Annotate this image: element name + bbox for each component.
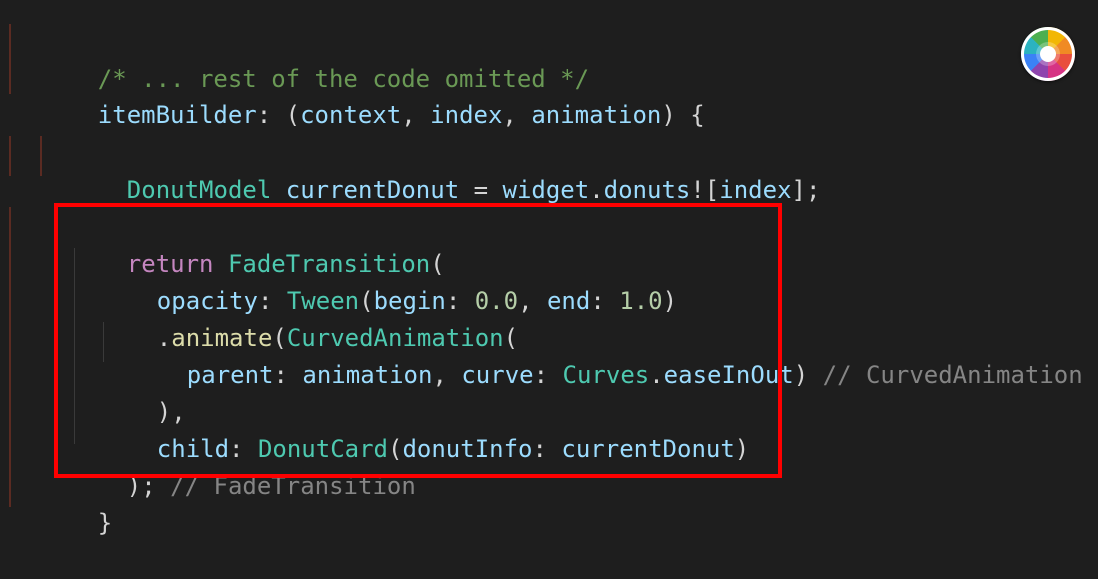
code-token: . — [589, 176, 604, 204]
indent-guide — [9, 136, 11, 176]
color-wheel-icon[interactable] — [1021, 27, 1075, 81]
code-token: , — [502, 101, 532, 129]
code-line: /* ... rest of the code omitted */ — [40, 24, 589, 93]
code-token: ]; — [791, 176, 821, 204]
code-token: , — [401, 101, 431, 129]
code-token: = — [459, 176, 503, 204]
code-token: widget — [502, 176, 590, 204]
indent-guide — [9, 24, 11, 94]
indent-guide — [9, 207, 11, 507]
code-token: DonutModel — [126, 176, 272, 204]
code-token: ) — [793, 361, 809, 389]
code-token: donuts — [603, 176, 691, 204]
code-token: : ( — [256, 101, 301, 129]
code-token: currentDonut — [285, 176, 460, 204]
code-editor: /* ... rest of the code omitted */ itemB… — [0, 0, 1098, 539]
code-token: ![ — [690, 176, 720, 204]
code-line: DonutModel currentDonut = widget.donuts!… — [69, 135, 821, 204]
code-token: ) { — [661, 101, 705, 129]
code-line: itemBuilder: (context, index, animation)… — [40, 60, 705, 129]
code-token: // CurvedAnimation — [808, 361, 1083, 389]
code-token: index — [719, 176, 792, 204]
code-token: context — [300, 101, 402, 129]
code-token: itemBuilder — [97, 101, 257, 129]
highlight-box — [54, 203, 782, 478]
code-token: } — [97, 509, 113, 537]
code-token: index — [430, 101, 503, 129]
code-token: animation — [531, 101, 662, 129]
